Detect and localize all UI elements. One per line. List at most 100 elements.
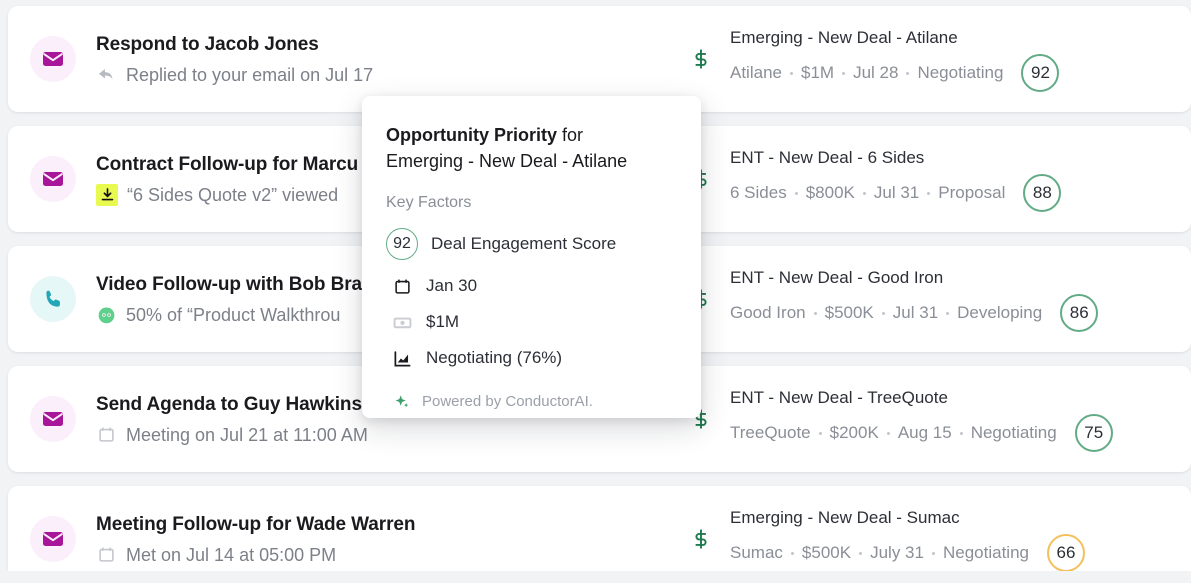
deal-text: Emerging - New Deal - Atilane Atilane $1M J…	[730, 26, 1060, 92]
priority-score-badge[interactable]: 86	[1060, 294, 1099, 332]
opportunity-priority-popover: Opportunity Priority for Emerging - New …	[362, 96, 701, 418]
deal-title: ENT - New Deal - 6 Sides	[730, 148, 925, 167]
deal-title: Emerging - New Deal - Atilane	[730, 28, 958, 47]
deal-meta: 6 Sides $800K Jul 31 Proposal 88	[730, 174, 1062, 212]
envelope-icon	[30, 156, 76, 202]
dollar-sign-icon	[688, 528, 714, 550]
task-title: Video Follow-up with Bob Bra	[96, 273, 363, 295]
priority-score-badge[interactable]: 75	[1074, 414, 1113, 452]
download-icon	[96, 183, 118, 206]
deal-meta: TreeQuote $200K Aug 15 Negotiating 75	[730, 414, 1113, 452]
deal-meta: Atilane $1M Jul 28 Negotiating 92	[730, 54, 1060, 92]
separator-dot	[881, 311, 885, 315]
deal-stage: Negotiating	[917, 63, 1004, 82]
task-subtitle-row: 50% of “Product Walkthrou	[96, 303, 362, 327]
separator-dot	[842, 71, 846, 75]
separator-dot	[813, 311, 817, 315]
task-summary[interactable]: Meeting Follow-up for Wade Warren Met on …	[8, 512, 688, 567]
deal-account: 6 Sides	[730, 183, 787, 202]
priority-score-badge[interactable]: 92	[1021, 54, 1060, 92]
deal-text: ENT - New Deal - 6 Sides 6 Sides $800K Jul …	[730, 146, 1062, 212]
separator-dot	[859, 551, 863, 555]
separator-dot	[927, 191, 931, 195]
close-date-value: Jan 30	[426, 276, 478, 295]
task-title: Send Agenda to Guy Hawkins	[96, 393, 362, 415]
task-card[interactable]: Meeting Follow-up for Wade Warren Met on …	[8, 486, 1191, 583]
task-summary[interactable]: Respond to Jacob Jones Replied to your em…	[8, 32, 688, 87]
separator-dot	[862, 191, 866, 195]
task-text: Respond to Jacob Jones Replied to your em…	[96, 32, 373, 87]
task-subtitle-row: Met on Jul 14 at 05:00 PM	[96, 543, 415, 567]
priority-score-badge[interactable]: 66	[1046, 534, 1085, 572]
task-title: Respond to Jacob Jones	[96, 33, 319, 55]
deal-stage: Negotiating	[942, 543, 1029, 562]
deal-title: ENT - New Deal - TreeQuote	[730, 388, 948, 407]
deal-text: ENT - New Deal - Good Iron Good Iron $500K…	[730, 266, 1099, 332]
money-icon	[391, 313, 413, 332]
deal-date: July 31	[870, 543, 924, 562]
task-subtitle-row: “6 Sides Quote v2” viewed	[96, 183, 358, 207]
task-subtitle: Replied to your email on Jul 17	[126, 64, 374, 85]
deal-summary[interactable]: Emerging - New Deal - Sumac Sumac $500K Jul…	[688, 506, 1191, 572]
task-subtitle-row: Replied to your email on Jul 17	[96, 63, 373, 87]
deal-amount: $1M	[800, 63, 835, 82]
popover-title-rest: for	[557, 125, 584, 145]
deal-amount: $500K	[801, 543, 852, 562]
factor-amount: $1M	[386, 312, 677, 332]
deal-stage: Developing	[957, 303, 1043, 322]
popover-section-label: Key Factors	[386, 194, 472, 211]
deal-amount: $800K	[805, 183, 855, 202]
deal-stage: Proposal	[938, 183, 1006, 202]
deal-date: Aug 15	[897, 423, 952, 442]
deal-amount: $500K	[824, 303, 874, 322]
deal-meta: Good Iron $500K Jul 31 Developing 86	[730, 294, 1099, 332]
separator-dot	[946, 311, 950, 315]
separator-dot	[790, 551, 794, 555]
factor-engagement-score: 92 Deal Engagement Score	[386, 228, 677, 260]
separator-dot	[959, 431, 963, 435]
engagement-score-badge: 92	[386, 228, 418, 260]
amount-value: $1M	[426, 312, 460, 331]
task-text: Video Follow-up with Bob Bra 50% of “Prod…	[96, 272, 362, 327]
sparkle-icon	[391, 394, 413, 410]
deal-date: Jul 31	[873, 183, 920, 202]
task-title: Contract Follow-up for Marcu	[96, 153, 359, 175]
separator-dot	[906, 71, 910, 75]
calendar-icon	[96, 424, 117, 445]
deal-summary[interactable]: Emerging - New Deal - Atilane Atilane $1M J…	[688, 26, 1191, 92]
task-text: Send Agenda to Guy Hawkins Meeting on Jul…	[96, 392, 368, 447]
powered-by-label: Powered by ConductorAI.	[422, 393, 593, 410]
deal-text: Emerging - New Deal - Sumac Sumac $500K Jul…	[730, 506, 1085, 572]
deal-date: Jul 31	[892, 303, 939, 322]
task-subtitle: Met on Jul 14 at 05:00 PM	[126, 544, 337, 565]
task-subtitle: “6 Sides Quote v2” viewed	[127, 184, 339, 205]
deal-summary[interactable]: ENT - New Deal - Good Iron Good Iron $500K…	[688, 266, 1191, 332]
separator-dot	[789, 71, 793, 75]
engagement-score-label: Deal Engagement Score	[431, 234, 617, 253]
bot-icon	[96, 304, 117, 325]
task-title: Meeting Follow-up for Wade Warren	[96, 513, 416, 535]
separator-dot	[931, 551, 935, 555]
deal-title: ENT - New Deal - Good Iron	[730, 268, 944, 287]
deal-summary[interactable]: ENT - New Deal - TreeQuote TreeQuote $200K…	[688, 386, 1191, 452]
reply-arrow-icon	[96, 64, 117, 85]
bottom-strip	[0, 571, 1191, 583]
envelope-icon	[30, 396, 76, 442]
phone-icon	[30, 276, 76, 322]
calendar-icon	[391, 278, 413, 295]
task-subtitle-row: Meeting on Jul 21 at 11:00 AM	[96, 423, 368, 447]
stage-value: Negotiating (76%)	[426, 348, 563, 367]
task-subtitle: Meeting on Jul 21 at 11:00 AM	[126, 424, 368, 445]
priority-score-badge[interactable]: 88	[1023, 174, 1062, 212]
task-text: Meeting Follow-up for Wade Warren Met on …	[96, 512, 415, 567]
deal-account: TreeQuote	[730, 423, 811, 442]
deal-text: ENT - New Deal - TreeQuote TreeQuote $200K…	[730, 386, 1113, 452]
deal-account: Good Iron	[730, 303, 806, 322]
popover-title-strong: Opportunity Priority	[386, 125, 557, 145]
factor-close-date: Jan 30	[386, 276, 677, 296]
popover-title: Opportunity Priority for Emerging - New …	[386, 122, 677, 174]
calendar-icon	[96, 544, 117, 565]
factor-stage: Negotiating (76%)	[386, 348, 677, 368]
popover-subject: Emerging - New Deal - Atilane	[386, 151, 628, 171]
deal-summary[interactable]: ENT - New Deal - 6 Sides 6 Sides $800K Jul …	[688, 146, 1191, 212]
